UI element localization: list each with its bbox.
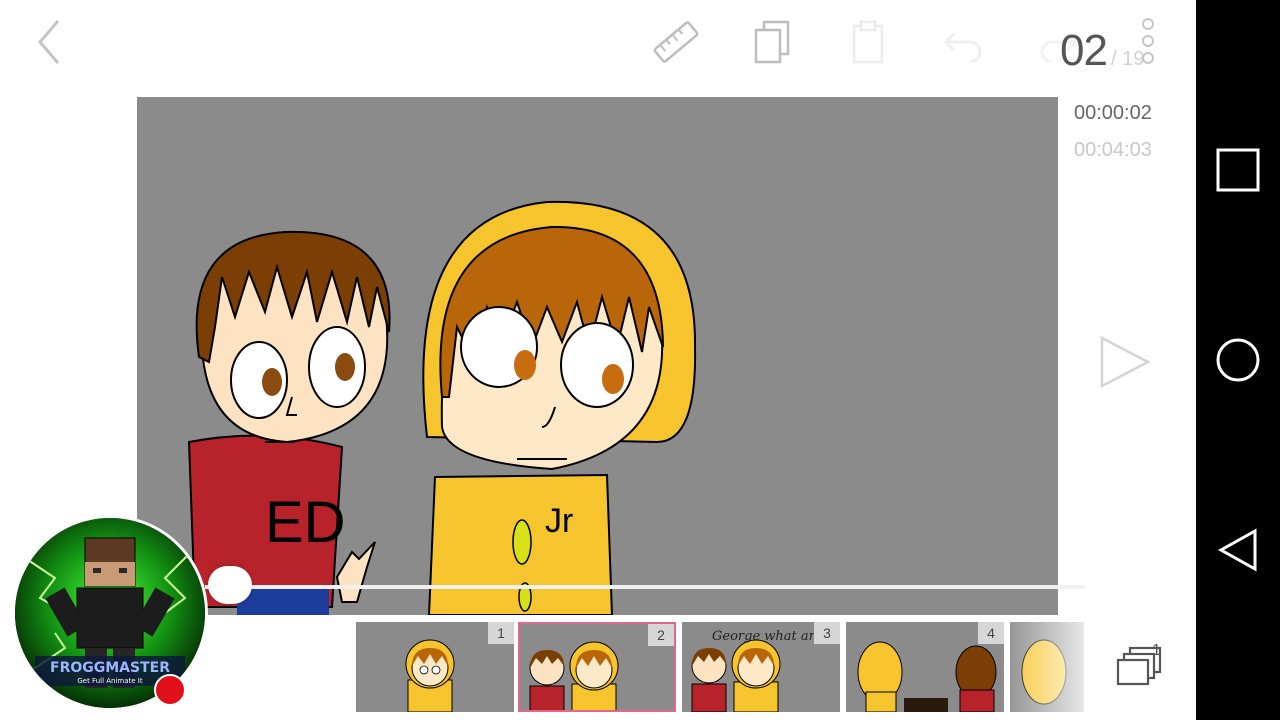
current-frame-number: 02 [1060, 26, 1108, 75]
frame-thumbnail-4[interactable]: 4 [846, 622, 1004, 712]
ruler-icon [653, 21, 699, 63]
system-back-button[interactable] [1206, 518, 1270, 582]
animation-editor: 02/ 19 ED Jr 00:00:02 00:04:03 1 2 Georg… [0, 0, 1196, 720]
frame-filmstrip: 1 2 George what are 3 4 [354, 622, 1084, 714]
avatar-name: FROGGMASTER [50, 660, 170, 676]
timeline-scrubber-track[interactable] [205, 585, 1085, 589]
frame-thumbnail-1[interactable]: 1 [356, 622, 514, 712]
recents-square-icon [1216, 148, 1260, 192]
total-time: 00:04:03 [1074, 139, 1152, 161]
frame-thumbnail-5[interactable] [1010, 622, 1084, 712]
chevron-left-icon [38, 20, 60, 64]
frame-counter: 02/ 19 [1060, 26, 1144, 82]
paste-frame-button[interactable] [840, 14, 896, 70]
frame-thumbnail-2[interactable]: 2 [518, 622, 676, 712]
character-hoodie: Jr [422, 200, 697, 615]
undo-icon [943, 32, 982, 62]
thumbnail-art [1021, 639, 1067, 705]
frame-thumbnail-3[interactable]: George what are you lookin at? 3 [682, 622, 840, 712]
shirt-text-jr: Jr [545, 502, 573, 540]
frame-number-label: 4 [978, 622, 1004, 644]
ruler-button[interactable] [648, 14, 704, 70]
record-dot-icon [154, 674, 186, 706]
copy-icon [754, 20, 790, 64]
timeline-scrubber-handle[interactable] [208, 566, 252, 604]
recents-button[interactable] [1206, 138, 1270, 202]
shirt-text-ed: ED [265, 490, 346, 555]
avatar-tagline: Get Full Animate It [77, 677, 143, 685]
canvas-artwork: ED Jr [187, 200, 697, 615]
frame-number-label: 3 [814, 622, 840, 644]
vertical-dots-icon [1142, 18, 1154, 64]
back-triangle-icon [1217, 528, 1257, 572]
frame-number-label: 1 [488, 622, 514, 644]
copy-frame-button[interactable] [744, 14, 800, 70]
more-options-button[interactable] [1134, 14, 1162, 70]
character-ed: ED [187, 230, 391, 615]
play-button[interactable] [1094, 330, 1158, 394]
paste-icon [852, 20, 884, 64]
undo-button[interactable] [936, 14, 992, 70]
layer-count: 1 [1152, 642, 1161, 659]
home-circle-icon [1216, 338, 1260, 382]
back-button[interactable] [22, 14, 78, 70]
home-button[interactable] [1206, 328, 1270, 392]
play-icon [1100, 335, 1151, 389]
frame-number-label: 2 [648, 624, 674, 646]
drawing-canvas[interactable]: ED Jr [137, 97, 1058, 615]
current-time: 00:00:02 [1074, 102, 1152, 124]
